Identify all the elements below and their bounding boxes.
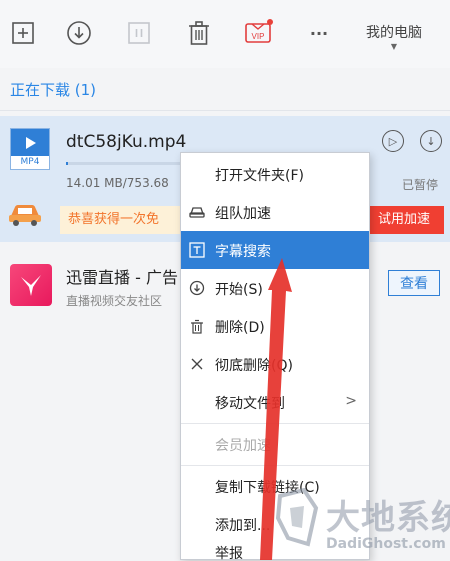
subtitle-icon: [189, 242, 205, 258]
file-size: 14.01 MB/753.68: [66, 176, 169, 190]
progress-fill: [66, 162, 69, 165]
car-outline-icon: [189, 204, 205, 220]
watermark-logo-icon: [275, 488, 319, 547]
bird-icon: [21, 275, 41, 296]
car-icon: [9, 205, 41, 226]
download-circle-icon: [67, 21, 91, 45]
download-arrow-icon: ↓: [426, 134, 436, 148]
ad-title: 迅雷直播 - 广告: [66, 268, 178, 287]
start-icon: [189, 280, 205, 296]
ad-subtitle: 直播视频交友社区: [66, 294, 163, 308]
downloading-section-title[interactable]: 正在下载 (1): [10, 79, 96, 100]
watermark: 大地系统 DadiGhost.com: [274, 488, 450, 560]
menu-item-open-folder[interactable]: 打开文件夹(F): [181, 155, 369, 193]
menu-item-start[interactable]: 开始(S): [181, 269, 369, 307]
watermark-subtext: DadiGhost.com: [326, 536, 446, 552]
more-icon: ···: [309, 23, 329, 43]
mp4-file-icon: MP4: [10, 128, 50, 170]
promo-banner[interactable]: 恭喜获得一次免: [60, 206, 182, 234]
xunlei-live-logo: [10, 264, 52, 306]
menu-item-label: 会员加速: [215, 438, 271, 454]
menu-item-label: 彻底删除(Q): [215, 358, 293, 374]
menu-item-label: 移动文件到: [215, 396, 285, 412]
vip-label: VIP: [252, 32, 265, 41]
menu-item-subtitle-search[interactable]: 字幕搜索: [181, 231, 369, 269]
chevron-right-icon: >: [345, 393, 357, 409]
menu-item-move-file[interactable]: 移动文件到 >: [181, 383, 369, 421]
menu-item-permanent-delete[interactable]: 彻底删除(Q): [181, 345, 369, 383]
vip-icon: VIP: [245, 19, 273, 43]
divider: [0, 110, 450, 111]
menu-item-label: 举报: [215, 546, 243, 561]
watermark-text: 大地系统: [326, 498, 450, 538]
trash-icon: [189, 21, 209, 45]
device-label: 我的电脑: [366, 25, 422, 41]
menu-item-label: 组队加速: [215, 206, 271, 222]
file-ext-label: MP4: [20, 157, 40, 167]
plus-box-icon: [12, 22, 34, 44]
play-circle-icon: ▷: [388, 134, 398, 148]
play-task-button[interactable]: ▷: [382, 130, 404, 152]
device-selector[interactable]: 我的电脑 ▼: [366, 24, 422, 52]
vip-button[interactable]: VIP: [244, 18, 274, 48]
menu-item-team-speedup[interactable]: 组队加速: [181, 193, 369, 231]
caret-down-icon: ▼: [390, 42, 398, 51]
menu-item-label: 打开文件夹(F): [215, 168, 304, 184]
trash-small-icon: [189, 318, 205, 334]
menu-item-delete[interactable]: 删除(D): [181, 307, 369, 345]
view-button[interactable]: 查看: [388, 270, 440, 296]
menu-separator: [181, 465, 369, 466]
status-text: 已暂停: [402, 178, 439, 192]
open-folder-task-button[interactable]: ↓: [420, 130, 442, 152]
pause-icon: [128, 22, 150, 44]
file-name: dtC58jKu.mp4: [66, 132, 187, 152]
new-task-button[interactable]: [8, 18, 38, 48]
download-button[interactable]: [64, 18, 94, 48]
menu-item-label: 添加到...: [215, 518, 271, 534]
toolbar: VIP ··· 我的电脑 ▼: [0, 0, 450, 68]
menu-item-label: 开始(S): [215, 282, 263, 298]
menu-separator: [181, 423, 369, 424]
play-icon: [26, 136, 36, 149]
trial-speedup-button[interactable]: 试用加速: [364, 206, 444, 234]
menu-item-label: 字幕搜索: [215, 244, 271, 260]
pause-button[interactable]: [124, 18, 154, 48]
menu-item-vip-speedup: 会员加速: [181, 425, 369, 463]
delete-button[interactable]: [184, 18, 214, 48]
progress-bar: [66, 162, 181, 165]
menu-item-label: 删除(D): [215, 320, 265, 336]
more-button[interactable]: ···: [304, 18, 334, 48]
x-icon: [189, 356, 205, 372]
